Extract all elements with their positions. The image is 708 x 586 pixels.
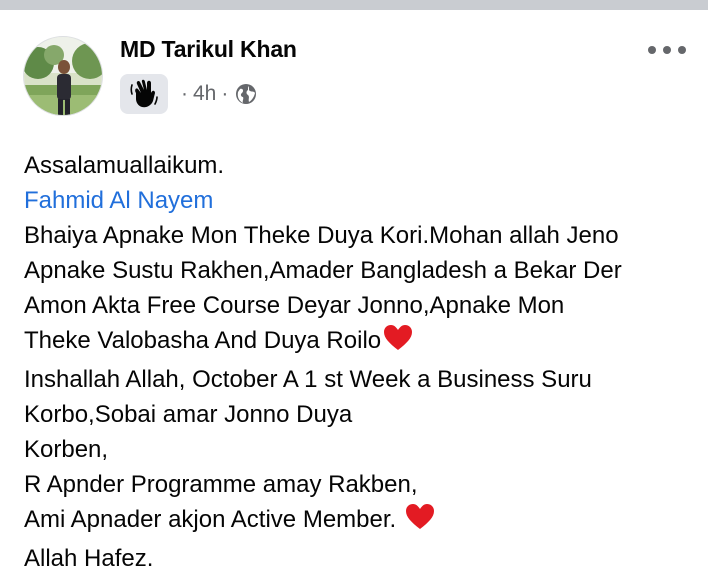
- post-line: Bhaiya Apnake Mon Theke Duya Kori.Mohan …: [24, 222, 619, 249]
- post-card: MD Tarikul Khan · 4h · Assalamuallaikum.…: [0, 10, 708, 586]
- post-line: Allah Hafez.: [24, 545, 154, 572]
- post-greeting: Assalamuallaikum.: [24, 152, 225, 179]
- author-name[interactable]: MD Tarikul Khan: [120, 36, 297, 63]
- red-heart-icon-2: [405, 503, 435, 541]
- post-line: Inshallah Allah, October A 1 st Week a B…: [24, 366, 592, 393]
- globe-icon[interactable]: [235, 83, 257, 105]
- post-text: Assalamuallaikum. Fahmid Al Nayem Bhaiya…: [24, 148, 694, 576]
- post-meta: · 4h ·: [120, 74, 257, 114]
- post-line: Korben,: [24, 436, 109, 463]
- avatar-photo: [24, 37, 102, 115]
- more-options-icon[interactable]: [648, 38, 686, 62]
- meta-separator-2: ·: [221, 82, 229, 105]
- meta-separator: ·: [181, 82, 188, 105]
- post-line-text: Ami Apnader akjon Active Member.: [24, 506, 403, 533]
- post-line: Korbo,Sobai amar Jonno Duya: [24, 401, 353, 428]
- feed-divider: [0, 0, 708, 10]
- post-line-text: Theke Valobasha And Duya Roilo: [24, 327, 382, 354]
- waving-hand-icon[interactable]: [120, 74, 168, 114]
- post-line: Theke Valobasha And Duya Roilo: [24, 323, 694, 362]
- post-line: Amon Akta Free Course Deyar Jonno,Apnake…: [24, 292, 565, 319]
- post-line: Ami Apnader akjon Active Member.: [24, 502, 694, 541]
- post-timestamp[interactable]: 4h: [193, 82, 216, 106]
- red-heart-icon: [383, 324, 413, 362]
- mention-link[interactable]: Fahmid Al Nayem: [24, 183, 694, 218]
- post-line: R Apnder Programme amay Rakben,: [24, 471, 418, 498]
- post-line: Apnake Sustu Rakhen,Amader Bangladesh a …: [24, 257, 622, 284]
- author-avatar[interactable]: [23, 36, 103, 116]
